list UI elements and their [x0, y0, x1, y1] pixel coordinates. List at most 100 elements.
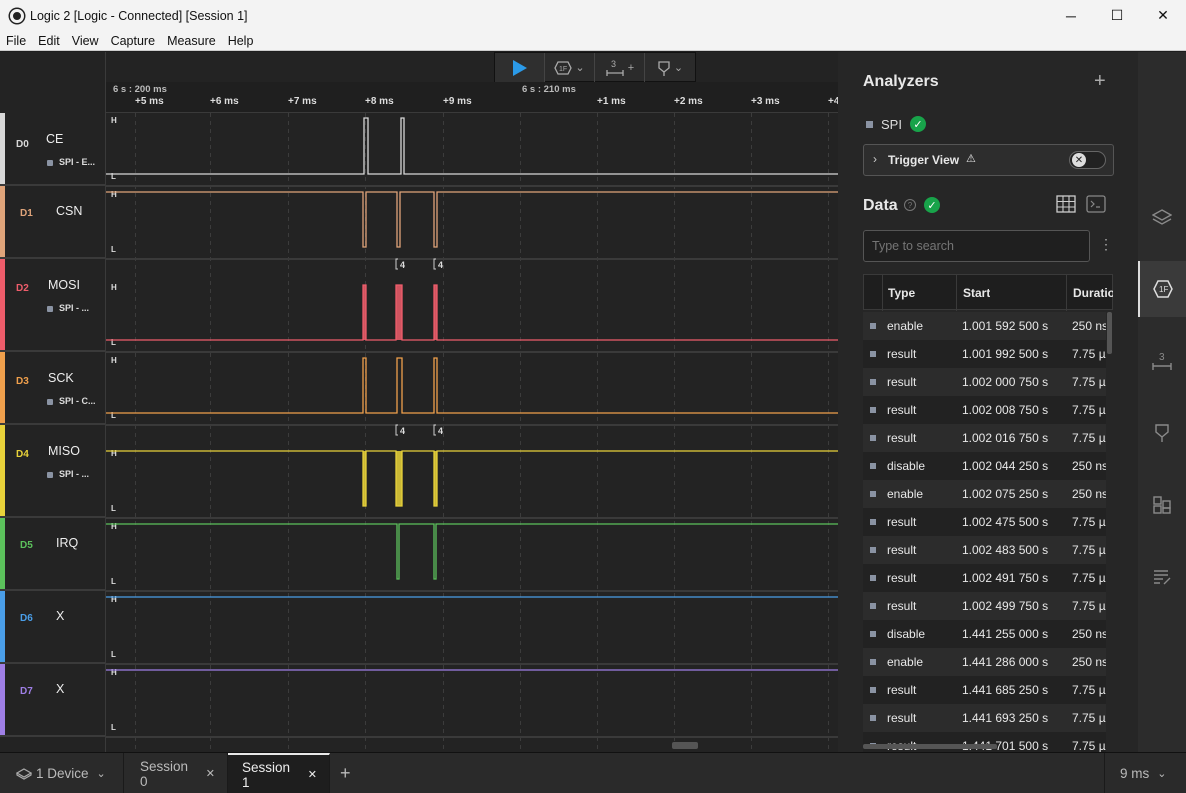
add-marker-button[interactable]: ⌄: [645, 53, 695, 82]
row-color-swatch: [870, 715, 876, 721]
table-row[interactable]: enable 1.002 075 250 s 250 ns: [863, 480, 1106, 508]
analyzer-tag-label: SPI - ...: [59, 303, 90, 313]
table-row[interactable]: result 1.002 475 500 s 7.75 µ: [863, 508, 1106, 536]
more-options-icon[interactable]: ⋮: [1099, 236, 1113, 253]
high-level-label: H: [111, 356, 117, 365]
menu-file[interactable]: File: [0, 34, 32, 48]
sidebar-extensions-button[interactable]: [1138, 477, 1186, 533]
table-scroll-thumb[interactable]: [1107, 312, 1112, 354]
trigger-view-toggle[interactable]: ✕: [1069, 151, 1106, 169]
channel-d1[interactable]: D1 CSN: [0, 186, 106, 259]
zoom-selector[interactable]: 9 ms ⌄: [1104, 753, 1186, 793]
channel-d2-waveform: [106, 284, 838, 341]
table-row[interactable]: enable 1.001 592 500 s 250 ns: [863, 312, 1106, 340]
table-view-icon[interactable]: [1056, 195, 1076, 213]
channel-name[interactable]: MOSI: [48, 278, 80, 292]
channel-name[interactable]: X: [56, 682, 64, 696]
menu-help[interactable]: Help: [222, 34, 260, 48]
channel-d6[interactable]: D6 X: [0, 591, 106, 664]
add-analyzer-button[interactable]: +: [1094, 70, 1106, 93]
sidebar-analyzers-button[interactable]: [1138, 189, 1186, 245]
channel-name[interactable]: CE: [46, 132, 63, 146]
channel-d5[interactable]: D5 IRQ: [0, 518, 106, 591]
chevron-down-icon: ⌄: [1157, 768, 1167, 780]
channel-name[interactable]: X: [56, 609, 64, 623]
add-session-button[interactable]: +: [330, 753, 363, 793]
table-row[interactable]: disable 1.441 255 000 s 250 ns: [863, 620, 1106, 648]
waveform-plot[interactable]: HLHLHL4 4HLHL4 4HLHLHL: [106, 113, 838, 752]
channel-d4[interactable]: D4 MISO SPI - ...: [0, 425, 106, 518]
minimize-button[interactable]: ─: [1048, 0, 1094, 31]
trigger-view-panel[interactable]: › Trigger View ⚠ ✕: [863, 144, 1114, 176]
waveform-area[interactable]: D0 CE SPI - E... D1 CSN D2 MOSI SPI - ... D3 SCK S…: [0, 52, 838, 752]
tab-session-0[interactable]: Session 0 ✕: [124, 753, 228, 793]
table-row[interactable]: result 1.002 499 750 s 7.75 µ: [863, 592, 1106, 620]
close-tab-icon[interactable]: ✕: [206, 767, 215, 780]
table-row[interactable]: result 1.002 000 750 s 7.75 µ: [863, 368, 1106, 396]
channel-color-bar: [0, 425, 5, 516]
table-row[interactable]: result 1.002 008 750 s 7.75 µ: [863, 396, 1106, 424]
ruler-tick-label: +9 ms: [443, 96, 472, 107]
table-row[interactable]: enable 1.441 286 000 s 250 ns: [863, 648, 1106, 676]
horizontal-scroll-thumb[interactable]: [672, 742, 698, 749]
row-color-swatch: [870, 463, 876, 469]
close-button[interactable]: ✕: [1140, 0, 1186, 31]
row-color-swatch: [870, 547, 876, 553]
time-ruler[interactable]: 6 s : 200 ms 6 s : 210 ms +5 ms +6 ms +7 m…: [106, 82, 838, 113]
menu-view[interactable]: View: [66, 34, 105, 48]
channel-number: D1: [20, 208, 33, 219]
table-row[interactable]: disable 1.002 044 250 s 250 ns: [863, 452, 1106, 480]
sidebar-triggers-button[interactable]: 1F: [1138, 261, 1186, 317]
table-row[interactable]: result 1.441 685 250 s 7.75 µ: [863, 676, 1106, 704]
table-hscroll-thumb[interactable]: [863, 744, 997, 749]
menu-capture[interactable]: Capture: [105, 34, 161, 48]
channel-d7[interactable]: D7 X: [0, 664, 106, 737]
table-row[interactable]: result 1.002 016 750 s 7.75 µ: [863, 424, 1106, 452]
channel-number: D0: [16, 139, 29, 150]
ruler-tick-label: +8 ms: [365, 96, 394, 107]
cell-duration: 7.75 µ: [1072, 347, 1106, 361]
start-capture-button[interactable]: [495, 53, 545, 82]
maximize-button[interactable]: ☐: [1094, 0, 1140, 31]
burst-fill: [396, 285, 402, 340]
column-header-type[interactable]: Type: [888, 279, 915, 307]
add-measurement-button[interactable]: 3 +: [595, 53, 645, 82]
cell-type: result: [887, 515, 917, 529]
row-color-swatch: [870, 491, 876, 497]
table-row[interactable]: result 1.002 483 500 s 7.75 µ: [863, 536, 1106, 564]
analyzer-item-spi[interactable]: SPI ✓: [866, 114, 926, 134]
table-row[interactable]: result 1.002 491 750 s 7.75 µ: [863, 564, 1106, 592]
analyzer-tag-label: SPI - ...: [59, 469, 90, 479]
trigger-settings-button[interactable]: 1F ⌄: [545, 53, 595, 82]
table-row[interactable]: result 1.001 992 500 s 7.75 µ: [863, 340, 1106, 368]
cell-start: 1.441 701 500 s: [962, 739, 1049, 752]
device-selector[interactable]: 1 Device ⌄: [0, 753, 124, 793]
sidebar-notes-button[interactable]: [1138, 549, 1186, 605]
column-header-start[interactable]: Start: [963, 279, 990, 307]
close-tab-icon[interactable]: ✕: [308, 768, 317, 781]
cell-type: result: [887, 431, 917, 445]
channel-name[interactable]: MISO: [48, 444, 80, 458]
tab-session-1[interactable]: Session 1 ✕: [228, 753, 330, 793]
column-header-duration[interactable]: Duration: [1073, 279, 1113, 307]
table-row[interactable]: result 1.441 701 500 s 7.75 µ: [863, 732, 1106, 752]
channel-d2[interactable]: D2 MOSI SPI - ...: [0, 259, 106, 352]
search-input[interactable]: [863, 230, 1090, 262]
channel-name[interactable]: CSN: [56, 204, 82, 218]
cell-type: result: [887, 571, 917, 585]
low-level-label: L: [111, 650, 116, 659]
terminal-view-icon[interactable]: [1086, 195, 1106, 213]
table-row[interactable]: result 1.441 693 250 s 7.75 µ: [863, 704, 1106, 732]
help-icon[interactable]: ?: [904, 199, 916, 211]
channel-d0[interactable]: D0 CE SPI - E...: [0, 113, 106, 186]
ruler-tick-label: +3 ms: [751, 96, 780, 107]
channel-name[interactable]: IRQ: [56, 536, 78, 550]
sidebar-measurements-button[interactable]: 3: [1138, 333, 1186, 389]
channel-d3[interactable]: D3 SCK SPI - C...: [0, 352, 106, 425]
channel-name[interactable]: SCK: [48, 371, 74, 385]
menu-measure[interactable]: Measure: [161, 34, 222, 48]
svg-text:3: 3: [1159, 352, 1165, 363]
sidebar-markers-button[interactable]: [1138, 405, 1186, 461]
menu-edit[interactable]: Edit: [32, 34, 66, 48]
cell-type: enable: [887, 655, 924, 669]
